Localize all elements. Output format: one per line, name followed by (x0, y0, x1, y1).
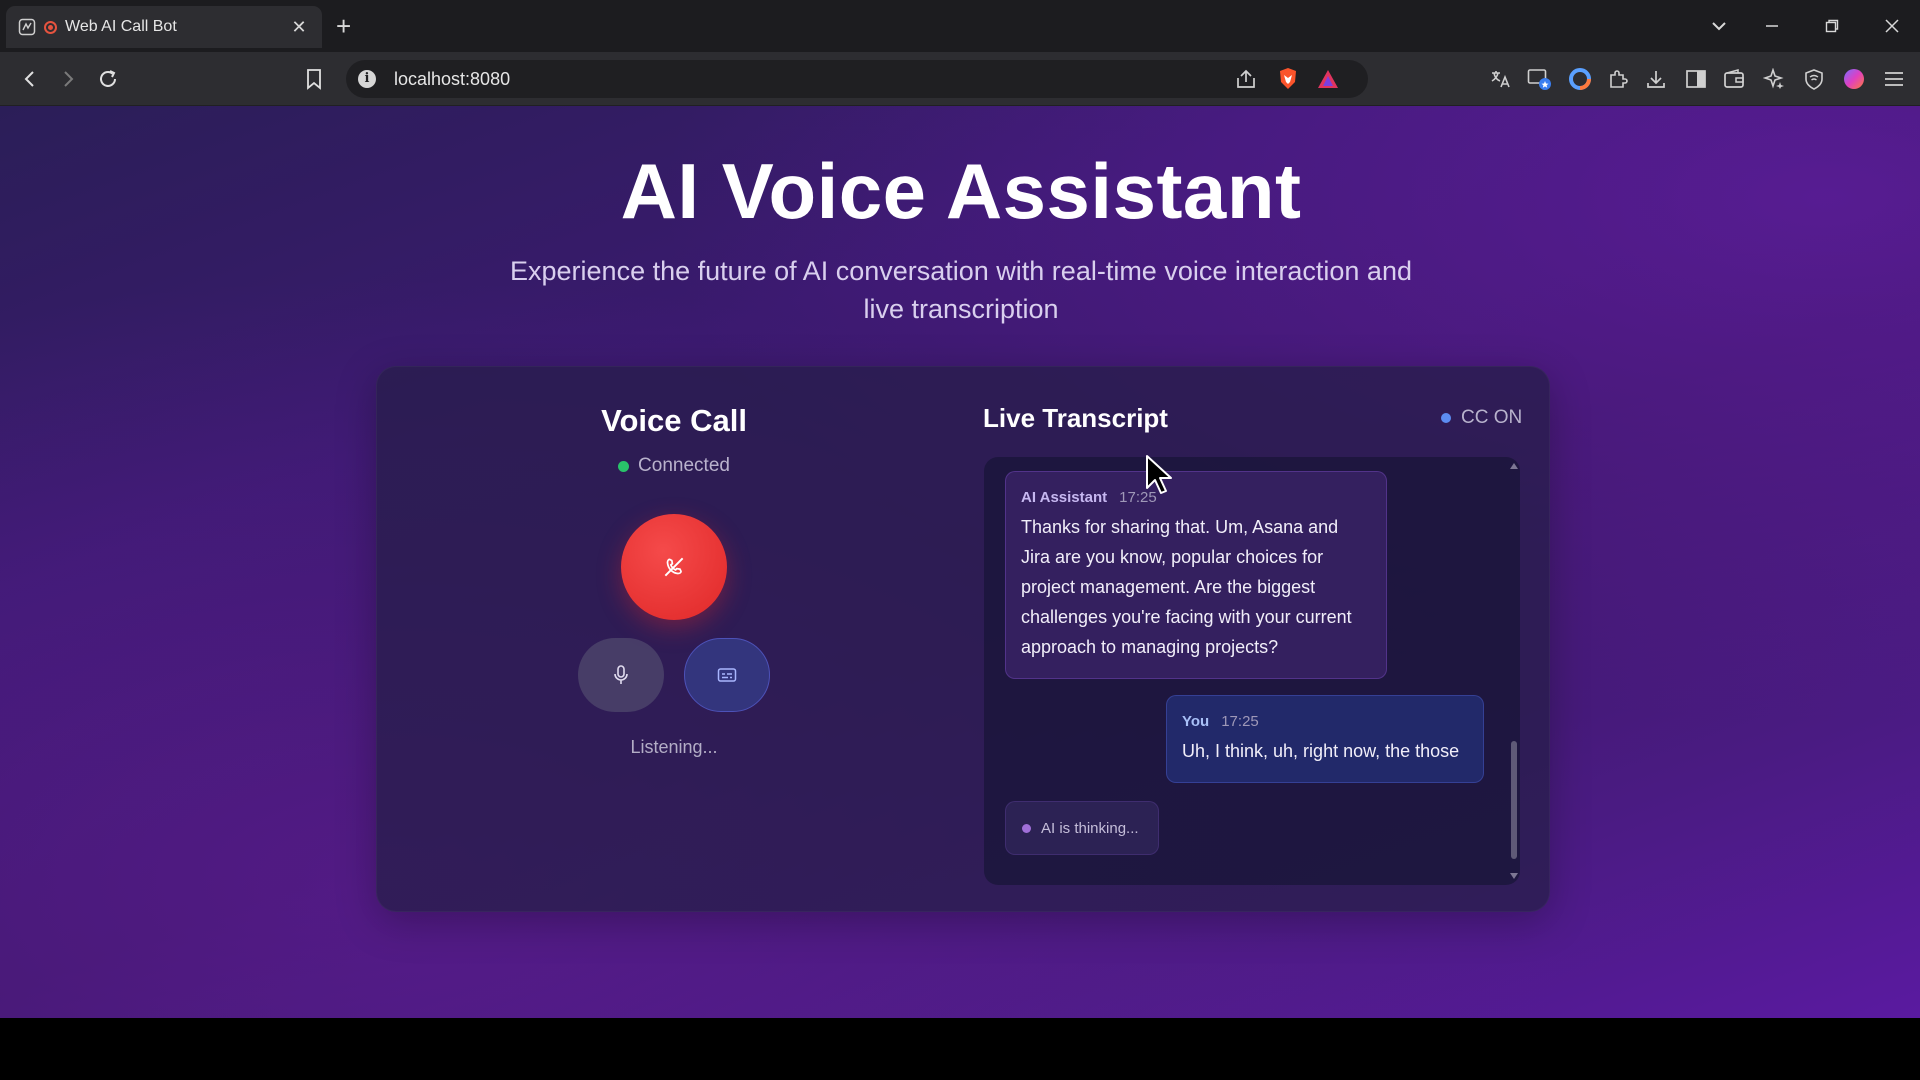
page-subtitle: Experience the future of AI conversation… (510, 256, 1412, 324)
tab-title: Web AI Call Bot (65, 18, 177, 35)
scroll-up-arrow-icon[interactable] (1510, 463, 1518, 469)
ai-message: AI Assistant 17:25 Thanks for sharing th… (1005, 471, 1387, 679)
captions-icon (717, 668, 737, 682)
brave-rewards-icon[interactable] (1314, 65, 1342, 93)
bookmark-icon[interactable] (300, 65, 328, 93)
browser-tab-bar: Web AI Call Bot ✕ + (0, 0, 1920, 52)
message-text: Uh, I think, uh, right now, the those (1182, 741, 1460, 761)
message-sender: You (1182, 713, 1210, 730)
message-text: Thanks for sharing that. Um, Asana and J… (1021, 517, 1352, 657)
screen-bottom-bar (0, 1018, 1920, 1080)
live-transcript-title: Live Transcript (983, 403, 1168, 433)
restore-icon[interactable] (1812, 10, 1852, 42)
cc-indicator: CC ON (1441, 407, 1522, 429)
mute-button[interactable] (578, 638, 664, 712)
vpn-icon[interactable] (1800, 65, 1828, 93)
app-page: AI Voice Assistant Experience the future… (0, 106, 1920, 1018)
scroll-down-arrow-icon[interactable] (1510, 873, 1518, 879)
address-bar[interactable]: i localhost:8080 (346, 60, 1368, 98)
thinking-label: AI is thinking... (1041, 819, 1139, 837)
status-dot-icon (618, 460, 630, 472)
captions-toggle-button[interactable] (684, 638, 770, 712)
menu-icon[interactable] (1880, 65, 1908, 93)
voice-call-title: Voice Call (601, 403, 747, 438)
close-tab-icon[interactable]: ✕ (288, 17, 310, 38)
connection-status: Connected (377, 455, 971, 477)
downloads-icon[interactable] (1642, 65, 1670, 93)
cc-dot-icon (1441, 413, 1451, 423)
mouse-cursor-icon (1146, 455, 1172, 494)
cc-label: CC ON (1461, 407, 1523, 428)
message-sender: AI Assistant (1021, 489, 1108, 506)
profile-avatar[interactable] (1840, 65, 1868, 93)
tab-search-icon[interactable] (1699, 10, 1739, 42)
new-tab-button[interactable]: + (336, 12, 351, 40)
message-time: 17:25 (1221, 713, 1259, 730)
transcript-scrollbar[interactable] (1511, 741, 1517, 859)
minimize-icon[interactable] (1752, 10, 1792, 42)
back-icon[interactable] (16, 65, 44, 93)
browser-toolbar: i localhost:8080 (0, 52, 1920, 106)
color-extension-icon[interactable] (1566, 65, 1594, 93)
thinking-dot-icon (1022, 823, 1031, 833)
wallet-icon[interactable] (1720, 65, 1748, 93)
browser-tab[interactable]: Web AI Call Bot ✕ (6, 6, 322, 48)
url-text[interactable]: localhost:8080 (394, 69, 510, 90)
forward-icon[interactable] (54, 65, 82, 93)
listening-status: Listening... (630, 737, 718, 757)
close-window-icon[interactable] (1872, 10, 1912, 42)
call-card: Voice Call Connected Listening... Live T… (376, 366, 1550, 912)
reload-icon[interactable] (94, 65, 122, 93)
picture-in-picture-icon[interactable] (1526, 65, 1554, 93)
end-call-button[interactable] (621, 514, 727, 620)
leo-ai-icon[interactable] (1760, 65, 1788, 93)
page-title: AI Voice Assistant (620, 147, 1302, 235)
microphone-icon (614, 665, 628, 684)
site-info-icon[interactable]: i (358, 70, 376, 88)
user-message: You 17:25 Uh, I think, uh, right now, th… (1166, 695, 1484, 783)
sidebar-icon[interactable] (1682, 65, 1710, 93)
transcript-panel[interactable]: AI Assistant 17:25 Thanks for sharing th… (984, 457, 1520, 885)
extensions-icon[interactable] (1604, 65, 1632, 93)
recording-icon (44, 20, 57, 34)
status-label: Connected (638, 455, 730, 476)
ai-thinking-indicator: AI is thinking... (1005, 801, 1159, 855)
translate-icon[interactable] (1486, 65, 1514, 93)
page-favicon-icon (18, 18, 36, 36)
phone-off-icon (664, 557, 684, 577)
share-icon[interactable] (1232, 65, 1260, 93)
brave-shields-icon[interactable] (1274, 65, 1302, 93)
